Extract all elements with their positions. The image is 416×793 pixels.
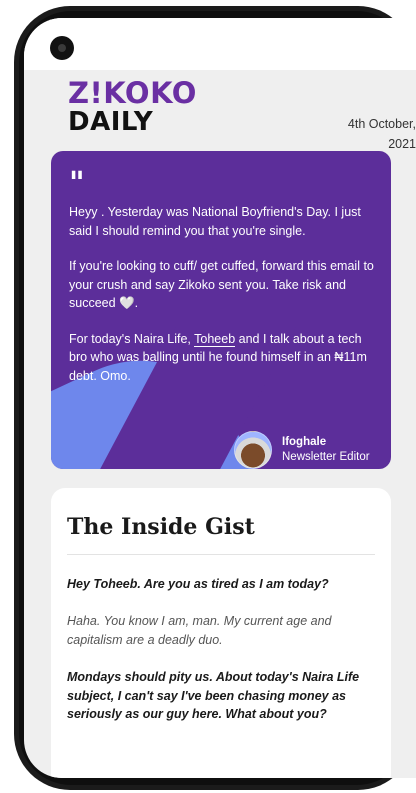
intro-paragraph-3-text: For today's Naira Life, bbox=[69, 331, 195, 346]
editor-details: Ifoghale Newsletter Editor bbox=[282, 435, 370, 465]
front-camera-icon bbox=[50, 36, 74, 60]
editor-signature: Ifoghale Newsletter Editor bbox=[234, 431, 370, 469]
intro-paragraph-2-end: . bbox=[134, 296, 139, 310]
zikoko-daily-logo[interactable]: Z!KOKO DAILY bbox=[68, 76, 197, 137]
intro-message: Heyy . Yesterday was National Boyfriend'… bbox=[69, 203, 381, 402]
intro-paragraph-3: For today's Naira Life, Toheeb and I tal… bbox=[69, 330, 381, 386]
issue-date-line1: 4th October, bbox=[347, 117, 416, 131]
logo-daily: DAILY bbox=[68, 107, 154, 137]
status-bar bbox=[24, 18, 416, 70]
logo-zikoko: Z!KOKO bbox=[68, 76, 197, 110]
intro-paragraph-2: If you're looking to cuff/ get cuffed, f… bbox=[69, 257, 381, 313]
section-title: The Inside Gist bbox=[67, 514, 255, 540]
intro-paragraph-1: Heyy . Yesterday was National Boyfriend'… bbox=[69, 205, 361, 238]
editor-role: Newsletter Editor bbox=[282, 451, 370, 463]
inside-gist-card: The Inside Gist Hey Toheeb. Are you as t… bbox=[51, 488, 391, 778]
white-heart-icon: 🤍 bbox=[119, 296, 135, 310]
intro-card: " Heyy . Yesterday was National Boyfrien… bbox=[51, 151, 391, 469]
editor-name: Ifoghale bbox=[282, 436, 327, 448]
editor-avatar bbox=[234, 431, 272, 469]
interview-answer-1: Haha. You know I am, man. My current age… bbox=[67, 614, 332, 647]
phone-screen: Z!KOKO DAILY 4th October, 2021 " Heyy . … bbox=[24, 18, 416, 778]
interview-question-2: Mondays should pity us. About today's Na… bbox=[67, 670, 360, 721]
section-divider bbox=[67, 554, 375, 555]
intro-paragraph-2-text: If you're looking to cuff/ get cuffed, f… bbox=[69, 259, 374, 310]
quote-icon: " bbox=[69, 166, 85, 201]
toheeb-link[interactable]: Toheeb bbox=[194, 331, 236, 347]
interview-question-1: Hey Toheeb. Are you as tired as I am tod… bbox=[67, 577, 329, 591]
issue-date: 4th October, 2021 bbox=[326, 114, 416, 154]
